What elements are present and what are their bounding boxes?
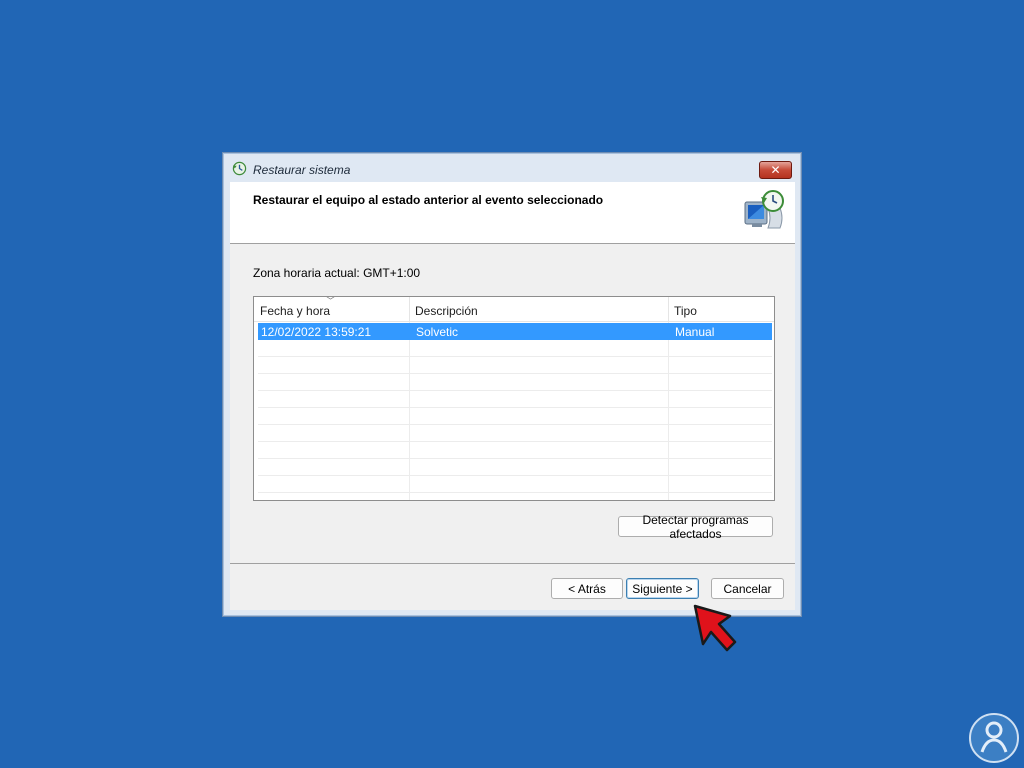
column-header-date[interactable]: ﹀ Fecha y hora [254,297,410,322]
table-header: ﹀ Fecha y hora Descripción Tipo [254,297,774,322]
cancel-button[interactable]: Cancelar [711,578,784,599]
empty-row [258,459,772,476]
system-restore-icon [232,161,247,176]
empty-row [258,476,772,493]
header-band: Restaurar el equipo al estado anterior a… [230,182,795,244]
cell-type: Manual [675,325,715,339]
cell-description: Solvetic [416,325,459,339]
system-restore-dialog: Restaurar sistema ✕ Restaurar el equipo … [222,152,802,617]
next-button[interactable]: Siguiente > [626,578,699,599]
computer-restore-icon [744,190,784,229]
cell-date: 12/02/2022 13:59:21 [261,325,372,339]
restore-points-table: ﹀ Fecha y hora Descripción Tipo 12/02/20… [253,296,775,501]
close-button[interactable]: ✕ [759,161,792,179]
column-header-label: Descripción [415,304,478,318]
column-header-type[interactable]: Tipo [668,297,774,322]
pointer-arrow-icon [693,604,737,652]
dialog-client-area: Restaurar el equipo al estado anterior a… [230,182,795,610]
page-title: Restaurar el equipo al estado anterior a… [253,193,604,207]
empty-row [258,357,772,374]
detect-affected-programs-button[interactable]: Detectar programas afectados [618,513,773,541]
table-row[interactable]: 12/02/2022 13:59:21 Solvetic Manual [258,323,772,340]
column-header-label: Tipo [674,304,697,318]
back-button[interactable]: < Atrás [551,578,623,599]
close-icon: ✕ [770,163,781,177]
window-title: Restaurar sistema [253,163,351,177]
empty-row [258,442,772,459]
column-header-description[interactable]: Descripción [409,297,669,322]
empty-row [258,391,772,408]
empty-row [258,408,772,425]
column-header-label: Fecha y hora [260,304,331,318]
sort-descending-icon: ﹀ [326,296,336,306]
empty-row [258,425,772,442]
empty-row [258,340,772,357]
empty-row [258,374,772,391]
timezone-label: Zona horaria actual: GMT+1:00 [253,266,421,280]
footer-separator [230,563,795,564]
title-bar[interactable]: Restaurar sistema ✕ [223,153,801,182]
brand-logo-icon [969,713,1019,763]
